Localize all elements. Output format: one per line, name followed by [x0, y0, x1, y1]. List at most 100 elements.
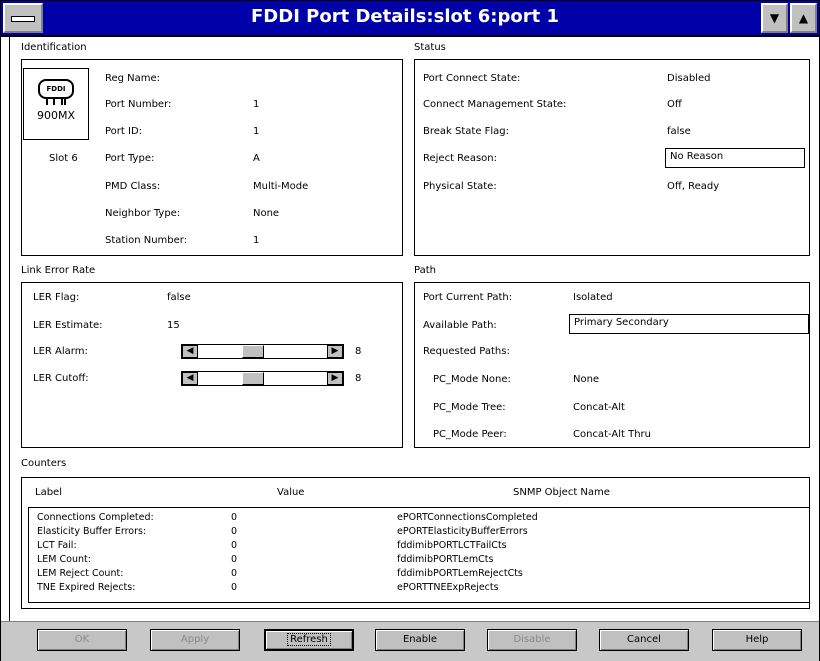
identification-title: Identification — [21, 42, 87, 53]
counters-column-label[interactable]: Label — [35, 487, 62, 498]
counter-value: 0 — [231, 568, 238, 579]
link-error-rate-panel — [21, 282, 403, 448]
counter-snmp-name: fddimibPORTLCTFailCts — [397, 540, 507, 551]
table-row[interactable]: LCT Fail: 0 fddimibPORTLCTFailCts — [29, 540, 809, 552]
help-button[interactable]: Help — [712, 629, 802, 651]
reg-name-label: Reg Name: — [105, 73, 161, 84]
scroll-left-arrow-icon[interactable]: ◀ — [182, 372, 198, 385]
port-connect-state-value: Disabled — [667, 73, 711, 84]
ler-flag-label: LER Flag: — [33, 292, 80, 303]
available-path-field[interactable]: Primary Secondary — [569, 314, 809, 334]
connector-pins-icon — [46, 99, 66, 105]
slider-thumb[interactable] — [242, 345, 264, 358]
counters-column-snmp[interactable]: SNMP Object Name — [513, 487, 610, 498]
ler-alarm-label: LER Alarm: — [33, 346, 88, 357]
counter-snmp-name: ePORTTNEExpRejects — [397, 582, 499, 593]
minimize-button[interactable]: ▼ — [761, 3, 788, 33]
link-error-rate-title: Link Error Rate — [21, 265, 96, 276]
pc-mode-none-label: PC_Mode None: — [433, 374, 511, 385]
device-icon: FDDI 900MX — [23, 68, 89, 140]
maximize-icon: ▲ — [798, 11, 809, 25]
counters-title: Counters — [21, 458, 67, 469]
device-model: 900MX — [36, 109, 76, 122]
counter-value: 0 — [231, 540, 238, 551]
ler-estimate-label: LER Estimate: — [33, 320, 103, 331]
pc-mode-peer-label: PC_Mode Peer: — [433, 429, 507, 440]
counter-label: Connections Completed: — [37, 512, 154, 523]
counter-snmp-name: fddimibPORTLemCts — [397, 554, 494, 565]
ler-cutoff-value: 8 — [355, 373, 362, 384]
refresh-button-label: Refresh — [287, 633, 331, 646]
status-title: Status — [414, 42, 446, 53]
counter-value: 0 — [231, 582, 238, 593]
apply-button[interactable]: Apply — [150, 629, 240, 651]
pc-mode-tree-label: PC_Mode Tree: — [433, 402, 506, 413]
pc-mode-peer-value: Concat-Alt Thru — [573, 429, 651, 440]
port-number-value: 1 — [253, 99, 260, 110]
counter-snmp-name: ePORTConnectionsCompleted — [397, 512, 538, 523]
connect-mgmt-state-value: Off — [667, 99, 682, 110]
window-title: FDDI Port Details:slot 6:port 1 — [251, 6, 559, 27]
scroll-left-arrow-icon[interactable]: ◀ — [182, 345, 198, 358]
minimize-icon: ▼ — [769, 11, 780, 25]
ok-button[interactable]: OK — [37, 629, 127, 651]
enable-button[interactable]: Enable — [375, 629, 465, 651]
refresh-button[interactable]: Refresh — [264, 629, 354, 651]
scroll-right-arrow-icon[interactable]: ▶ — [327, 345, 343, 358]
table-row[interactable]: LEM Reject Count: 0 fddimibPORTLemReject… — [29, 568, 809, 580]
maximize-button[interactable]: ▲ — [790, 3, 817, 33]
break-state-flag-label: Break State Flag: — [423, 126, 510, 137]
reject-reason-label: Reject Reason: — [423, 153, 497, 164]
station-number-label: Station Number: — [105, 235, 188, 246]
pmd-class-label: PMD Class: — [105, 181, 161, 192]
cancel-button[interactable]: Cancel — [599, 629, 689, 651]
counter-value: 0 — [231, 512, 238, 523]
port-current-path-label: Port Current Path: — [423, 292, 513, 303]
physical-state-label: Physical State: — [423, 181, 497, 192]
table-row[interactable]: LEM Count: 0 fddimibPORTLemCts — [29, 554, 809, 566]
ler-flag-value: false — [167, 292, 191, 303]
station-number-value: 1 — [253, 235, 260, 246]
requested-paths-label: Requested Paths: — [423, 346, 510, 357]
table-row[interactable]: Elasticity Buffer Errors: 0 ePORTElastic… — [29, 526, 809, 538]
counter-label: LCT Fail: — [37, 540, 77, 551]
port-type-value: A — [253, 153, 260, 164]
title-bar: FDDI Port Details:slot 6:port 1 ▼ ▲ — [1, 1, 819, 37]
reject-reason-field[interactable]: No Reason — [665, 148, 805, 168]
slot-label: Slot 6 — [49, 153, 78, 164]
counter-label: LEM Reject Count: — [37, 568, 124, 579]
counters-column-value[interactable]: Value — [277, 487, 304, 498]
counter-label: Elasticity Buffer Errors: — [37, 526, 147, 537]
ler-alarm-slider[interactable]: ◀ ▶ — [181, 344, 344, 359]
ler-estimate-value: 15 — [167, 320, 180, 331]
table-row[interactable]: Connections Completed: 0 ePORTConnection… — [29, 512, 809, 524]
system-menu-icon — [11, 16, 35, 22]
system-menu-button[interactable] — [3, 3, 43, 33]
neighbor-type-label: Neighbor Type: — [105, 208, 181, 219]
left-border — [9, 37, 10, 622]
pc-mode-none-value: None — [573, 374, 600, 385]
counter-label: TNE Expired Rejects: — [37, 582, 136, 593]
table-row[interactable]: TNE Expired Rejects: 0 ePORTTNEExpReject… — [29, 582, 809, 594]
neighbor-type-value: None — [253, 208, 280, 219]
ler-cutoff-slider[interactable]: ◀ ▶ — [181, 371, 344, 386]
port-id-value: 1 — [253, 126, 260, 137]
fddi-connector-icon: FDDI — [38, 79, 74, 99]
ler-alarm-value: 8 — [355, 346, 362, 357]
port-current-path-value: Isolated — [573, 292, 613, 303]
counter-value: 0 — [231, 526, 238, 537]
path-title: Path — [414, 265, 436, 276]
path-panel — [414, 282, 810, 448]
connect-mgmt-state-label: Connect Management State: — [423, 99, 567, 110]
port-number-label: Port Number: — [105, 99, 172, 110]
counters-list[interactable]: Connections Completed: 0 ePORTConnection… — [28, 507, 810, 603]
break-state-flag-value: false — [667, 126, 691, 137]
physical-state-value: Off, Ready — [667, 181, 720, 192]
disable-button[interactable]: Disable — [487, 629, 577, 651]
scroll-right-arrow-icon[interactable]: ▶ — [327, 372, 343, 385]
fddi-port-details-window: FDDI Port Details:slot 6:port 1 ▼ ▲ Iden… — [0, 0, 820, 661]
available-path-label: Available Path: — [423, 320, 497, 331]
pmd-class-value: Multi-Mode — [253, 181, 309, 192]
slider-thumb[interactable] — [242, 372, 264, 385]
port-id-label: Port ID: — [105, 126, 143, 137]
